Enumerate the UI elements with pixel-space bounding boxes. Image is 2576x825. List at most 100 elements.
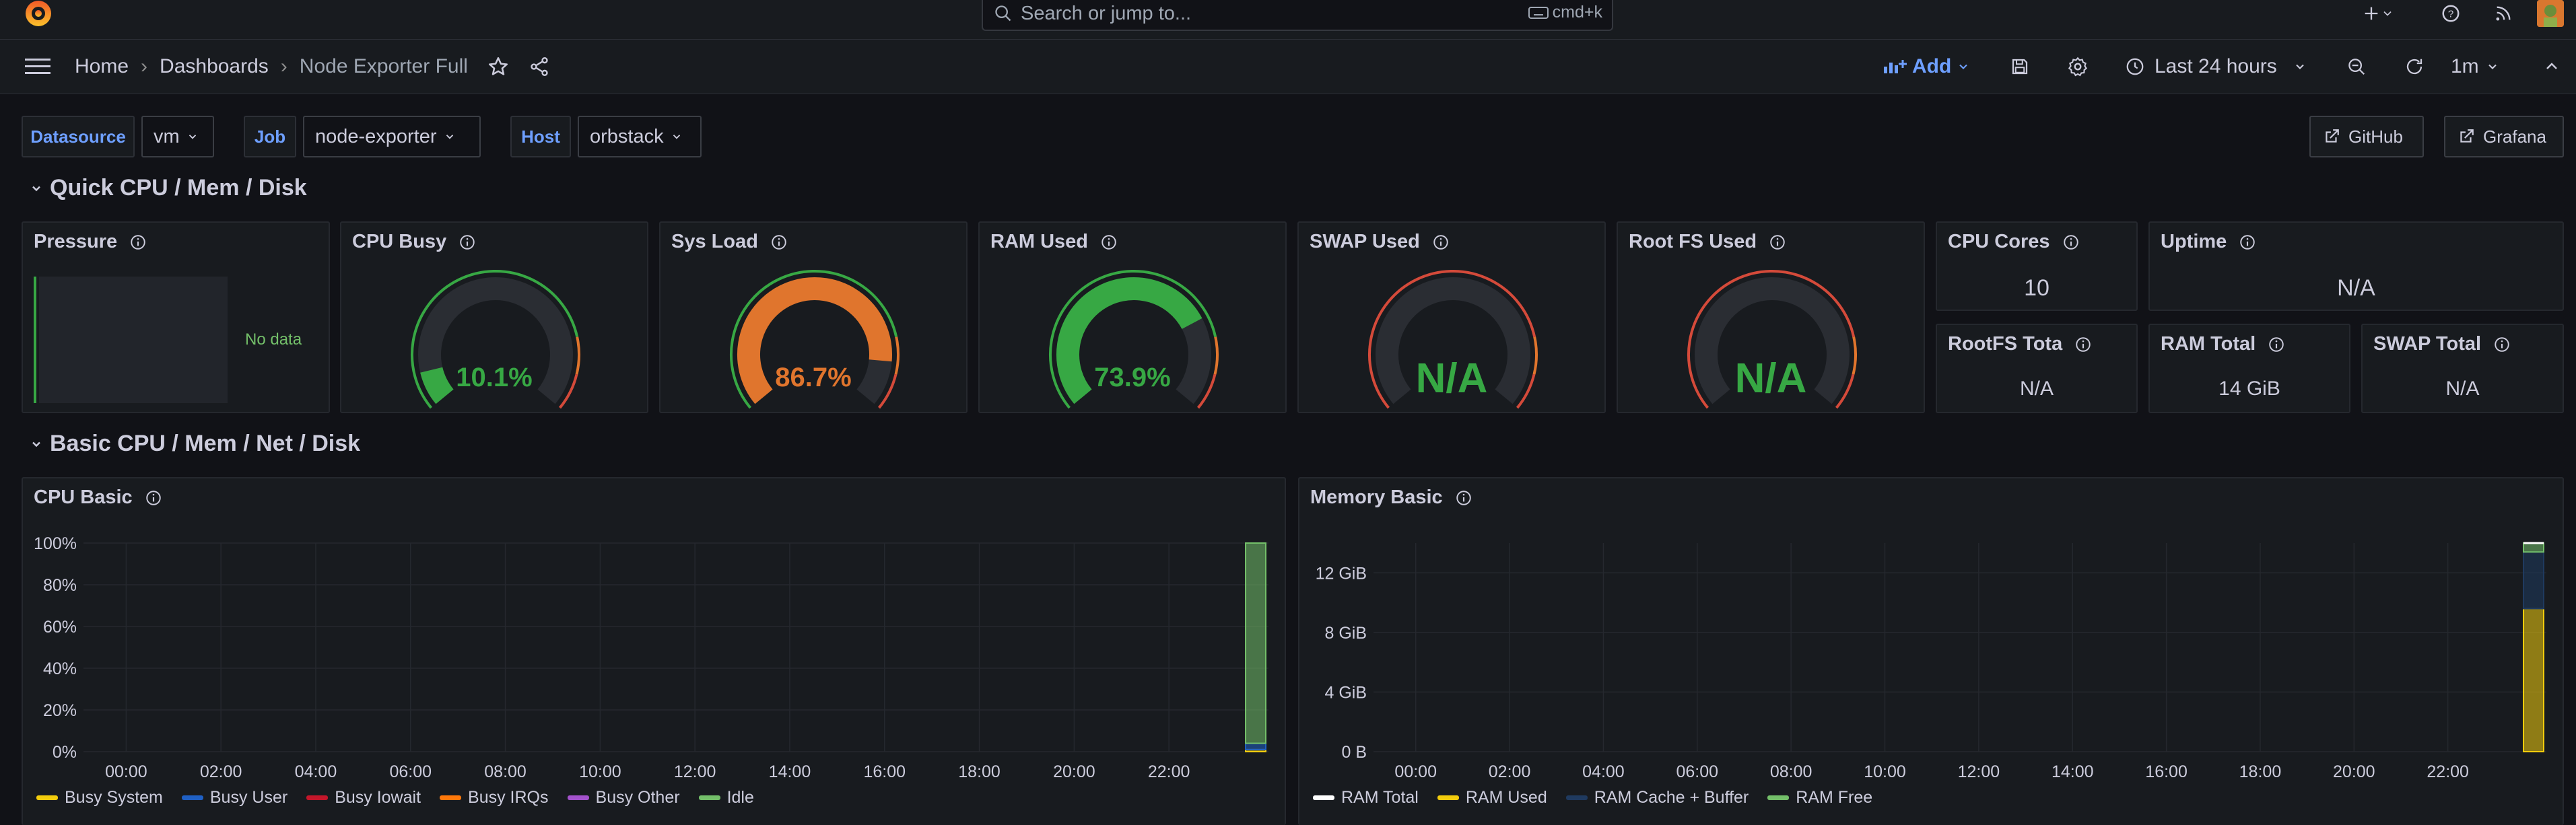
- github-link-button[interactable]: GitHub: [2309, 116, 2424, 157]
- refresh-button[interactable]: [2401, 55, 2428, 79]
- cpu-cores-value: 10: [2024, 275, 2049, 301]
- info-icon[interactable]: [1100, 234, 1118, 251]
- legend-item[interactable]: RAM Cache + Buffer: [1565, 788, 1749, 808]
- x-tick-label: 18:00: [958, 762, 1001, 781]
- collapse-toolbar-button[interactable]: [2540, 55, 2564, 79]
- x-tick-label: 22:00: [2427, 762, 2469, 781]
- breadcrumb-home[interactable]: Home: [75, 55, 129, 78]
- row-basic-cpu-mem-net-disk[interactable]: Basic CPU / Mem / Net / Disk: [30, 431, 360, 457]
- rootfs-total-panel: RootFS Tota N/A: [1936, 324, 2138, 413]
- shortcut-text: cmd+k: [1552, 3, 1602, 22]
- save-icon: [2010, 57, 2030, 77]
- share-icon[interactable]: [529, 56, 550, 77]
- legend-item[interactable]: Busy Iowait: [306, 788, 421, 808]
- pressure-panel: Pressure No data: [22, 221, 330, 413]
- plus-icon: [2362, 4, 2381, 23]
- cpu-basic-chart[interactable]: 0% 20% 40% 60% 80% 100% 00:00 02:00 04:00 06:00 08…: [23, 478, 1287, 795]
- refresh-interval-label: 1m: [2451, 55, 2479, 77]
- help-button[interactable]: ?: [2439, 1, 2463, 26]
- memory-basic-chart[interactable]: 0 B 4 GiB 8 GiB 12 GiB 00:00 02:00 04:00 06:00 0…: [1299, 478, 2565, 795]
- avatar[interactable]: [2537, 0, 2564, 27]
- grafana-logo-icon[interactable]: [19, 0, 58, 31]
- panel-title: Sys Load: [671, 231, 758, 252]
- panel-header: CPU Busy: [352, 231, 476, 253]
- legend-item[interactable]: RAM Free: [1767, 788, 1872, 808]
- zoom-out-icon: [2346, 57, 2367, 77]
- time-range-picker[interactable]: Last 24 hours: [2125, 55, 2307, 79]
- info-icon[interactable]: [459, 234, 476, 251]
- y-tick-label: 12 GiB: [1316, 564, 1367, 583]
- x-tick-label: 08:00: [1770, 762, 1812, 781]
- datasource-select[interactable]: vm: [141, 116, 214, 157]
- refresh-interval-picker[interactable]: 1m: [2451, 55, 2499, 79]
- panel-title: CPU Busy: [352, 231, 447, 252]
- save-dashboard-button[interactable]: [2006, 55, 2033, 79]
- info-icon[interactable]: [1432, 234, 1450, 251]
- legend-label: Busy System: [65, 788, 163, 807]
- series-area: [2523, 551, 2544, 610]
- info-icon[interactable]: [2493, 336, 2511, 353]
- x-tick-label: 06:00: [389, 762, 432, 781]
- panel-title: SWAP Used: [1310, 231, 1420, 252]
- grafana-link-button[interactable]: Grafana: [2444, 116, 2564, 157]
- panel-title: CPU Cores: [1948, 231, 2050, 252]
- breadcrumb-separator-icon: ›: [280, 55, 287, 77]
- y-tick-label: 100%: [34, 534, 77, 553]
- root-fs-used-panel: Root FS Used N/A: [1617, 221, 1925, 413]
- row-title: Basic CPU / Mem / Net / Disk: [50, 431, 361, 456]
- panel-header: CPU Cores: [1948, 231, 2080, 253]
- ram-total-value: 14 GiB: [2218, 378, 2280, 400]
- add-button[interactable]: Add: [1883, 55, 1970, 79]
- info-icon[interactable]: [2239, 234, 2256, 251]
- x-tick-label: 18:00: [2239, 762, 2282, 781]
- legend-item[interactable]: Busy System: [36, 788, 163, 808]
- x-tick-label: 10:00: [1864, 762, 1906, 781]
- breadcrumb-dashboards[interactable]: Dashboards: [160, 55, 269, 78]
- info-icon[interactable]: [770, 234, 788, 251]
- legend-label: Busy User: [209, 788, 288, 807]
- job-variable-label: Job: [244, 116, 296, 157]
- info-icon[interactable]: [1769, 234, 1786, 251]
- news-button[interactable]: [2491, 1, 2515, 26]
- info-icon[interactable]: [2074, 336, 2092, 353]
- legend-item[interactable]: Idle: [698, 788, 754, 808]
- panel-header: Sys Load: [671, 231, 788, 253]
- x-tick-label: 02:00: [1489, 762, 1531, 781]
- legend-item[interactable]: RAM Used: [1437, 788, 1547, 808]
- info-icon[interactable]: [129, 234, 147, 251]
- dashboard-nav-bar: Home › Dashboards › Node Exporter Full A…: [0, 40, 2576, 94]
- legend-item[interactable]: Busy IRQs: [440, 788, 549, 808]
- swap-used-panel: SWAP Used N/A: [1297, 221, 1606, 413]
- legend-item[interactable]: Busy Other: [567, 788, 680, 808]
- x-tick-label: 08:00: [484, 762, 527, 781]
- search-bar[interactable]: Search or jump to... cmd+k: [982, 0, 1613, 31]
- panel-header: RAM Total: [2161, 333, 2285, 355]
- series-area: [1245, 742, 1266, 750]
- host-select[interactable]: orbstack: [578, 116, 702, 157]
- legend-label: RAM Cache + Buffer: [1594, 788, 1749, 807]
- chevron-down-icon: [444, 131, 456, 143]
- info-icon[interactable]: [2062, 234, 2080, 251]
- chevron-up-icon: [2544, 59, 2560, 75]
- info-icon[interactable]: [2268, 336, 2285, 353]
- legend-item[interactable]: Busy User: [181, 788, 288, 808]
- x-tick-label: 14:00: [769, 762, 811, 781]
- x-tick-label: 06:00: [1676, 762, 1719, 781]
- pressure-bar-indicator: [34, 277, 36, 403]
- x-tick-label: 12:00: [1958, 762, 2000, 781]
- panel-title: RAM Used: [990, 231, 1089, 252]
- x-tick-label: 00:00: [1394, 762, 1437, 781]
- memory-basic-panel: Memory Basic 0 B4 GiB 8 GiB 12 GiB 00:00 02:…: [1298, 477, 2564, 825]
- uptime-panel: Uptime N/A: [2148, 221, 2564, 311]
- breadcrumb: Home › Dashboards › Node Exporter Full: [75, 55, 550, 79]
- row-quick-cpu-mem-disk[interactable]: Quick CPU / Mem / Disk: [30, 175, 307, 201]
- star-icon[interactable]: [487, 55, 510, 78]
- job-select[interactable]: node-exporter: [303, 116, 481, 157]
- menu-toggle-button[interactable]: [24, 55, 51, 79]
- legend-item[interactable]: RAM Total: [1313, 788, 1419, 808]
- new-menu-button[interactable]: [2357, 1, 2400, 26]
- zoom-out-button[interactable]: [2343, 55, 2370, 79]
- dashboard-settings-button[interactable]: [2064, 55, 2091, 79]
- panel-header: SWAP Used: [1310, 231, 1450, 253]
- datasource-variable-label: Datasource: [22, 116, 135, 157]
